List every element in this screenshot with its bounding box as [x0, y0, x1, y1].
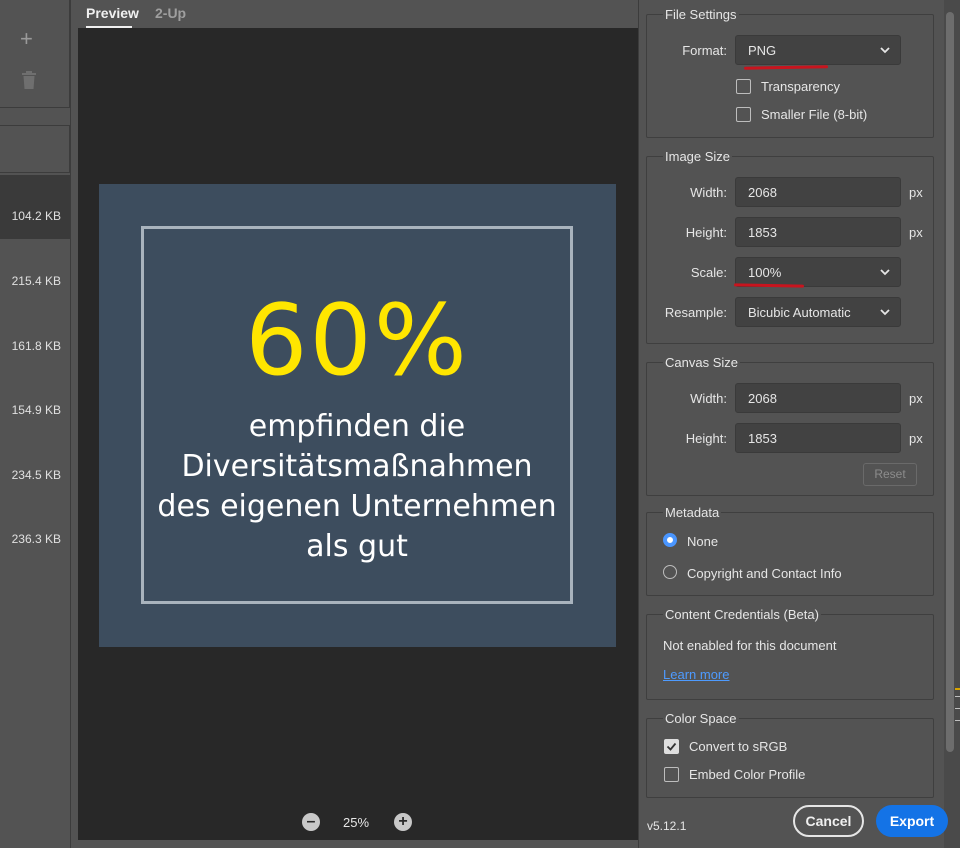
unit-label: px	[909, 391, 923, 406]
artwork-line: als gut	[306, 529, 408, 564]
file-size: 236.3 KB	[11, 532, 61, 546]
scale-label: Scale:	[690, 265, 727, 280]
format-label: Format:	[682, 43, 727, 58]
metadata-none-radio[interactable]	[663, 533, 677, 547]
file-size: 161.8 KB	[11, 339, 61, 353]
file-size: 215.4 KB	[11, 274, 61, 288]
transparency-checkbox[interactable]	[736, 79, 751, 94]
tab-2-up[interactable]: 2-Up	[155, 5, 186, 21]
embed-profile-label: Embed Color Profile	[689, 767, 806, 782]
zoom-controls: – 25% +	[78, 813, 638, 833]
underlying-app-edge	[953, 660, 960, 740]
file-size: 234.5 KB	[11, 468, 61, 482]
panel-divider[interactable]	[70, 0, 78, 848]
canvas-height-label: Height:	[685, 431, 727, 446]
scale-select[interactable]: 100%	[735, 257, 901, 287]
file-size: 154.9 KB	[11, 403, 61, 417]
asset-row[interactable]: 234.5 KB	[0, 434, 70, 498]
artwork-preview: 60% empfinden die Diversitätsmaßnahmen d…	[99, 184, 616, 647]
zoom-in-icon[interactable]: +	[394, 813, 412, 831]
content-credentials-status: Not enabled for this document	[663, 638, 837, 653]
preview-canvas[interactable]: 60% empfinden die Diversitätsmaßnahmen d…	[78, 28, 638, 840]
image-height-label: Height:	[685, 225, 727, 240]
file-size: 104.2 KB	[11, 209, 61, 223]
check-icon	[666, 742, 677, 751]
chevron-down-icon	[880, 47, 890, 54]
embed-profile-checkbox[interactable]	[664, 767, 679, 782]
resample-value: Bicubic Automatic	[748, 305, 851, 320]
image-height-input[interactable]: 1853	[735, 217, 901, 247]
smaller-file-checkbox[interactable]	[736, 107, 751, 122]
asset-list-header	[0, 125, 70, 173]
reset-button[interactable]: Reset	[863, 463, 917, 486]
add-icon[interactable]: +	[20, 28, 33, 50]
learn-more-link[interactable]: Learn more	[663, 667, 729, 682]
metadata-copyright-radio[interactable]	[663, 565, 677, 579]
metadata-copyright-label: Copyright and Contact Info	[687, 566, 842, 581]
canvas-width-label: Width:	[690, 391, 727, 406]
cancel-button[interactable]: Cancel	[793, 805, 864, 837]
preview-tabs: Preview 2-Up	[78, 0, 638, 28]
canvas-width-value: 2068	[748, 391, 777, 406]
convert-srgb-checkbox[interactable]	[664, 739, 679, 754]
image-width-input[interactable]: 2068	[735, 177, 901, 207]
image-height-value: 1853	[748, 225, 777, 240]
asset-list-panel: + 104.2 KB 215.4 KB 161.8 KB 154.9 KB 23…	[0, 0, 70, 848]
zoom-out-icon[interactable]: –	[302, 813, 320, 831]
convert-srgb-label: Convert to sRGB	[689, 739, 788, 754]
metadata-group	[646, 512, 934, 596]
artwork-subtext: empfinden die Diversitätsmaßnahmen des e…	[144, 407, 570, 567]
artwork-frame: 60% empfinden die Diversitätsmaßnahmen d…	[141, 226, 573, 604]
canvas-size-title: Canvas Size	[663, 355, 740, 370]
canvas-height-value: 1853	[748, 431, 777, 446]
chevron-down-icon	[880, 269, 890, 276]
artwork-line: Diversitätsmaßnahmen	[181, 449, 533, 484]
asset-row[interactable]: 215.4 KB	[0, 240, 70, 304]
resample-label: Resample:	[664, 305, 727, 320]
export-button[interactable]: Export	[876, 805, 948, 837]
content-credentials-title: Content Credentials (Beta)	[663, 607, 821, 622]
content-credentials-group	[646, 614, 934, 700]
artwork-line: des eigenen Unternehmen	[157, 489, 557, 524]
metadata-title: Metadata	[663, 505, 722, 520]
scale-value: 100%	[748, 265, 782, 280]
unit-label: px	[909, 185, 923, 200]
asset-row[interactable]: 161.8 KB	[0, 305, 70, 369]
artwork-headline: 60%	[245, 284, 469, 398]
unit-label: px	[909, 225, 923, 240]
export-as-dialog: + 104.2 KB 215.4 KB 161.8 KB 154.9 KB 23…	[0, 0, 960, 848]
artwork-line: empfinden die	[248, 409, 466, 444]
smaller-file-label: Smaller File (8-bit)	[761, 107, 868, 122]
color-space-title: Color Space	[663, 711, 739, 726]
asset-row[interactable]: 154.9 KB	[0, 369, 70, 433]
format-value: PNG	[748, 43, 777, 58]
color-space-group	[646, 718, 934, 798]
asset-row[interactable]: 236.3 KB	[0, 498, 70, 562]
trash-icon[interactable]	[20, 70, 38, 90]
resample-select[interactable]: Bicubic Automatic	[735, 297, 901, 327]
tab-preview[interactable]: Preview	[86, 5, 139, 21]
zoom-level: 25%	[343, 815, 370, 830]
canvas-height-input[interactable]: 1853	[735, 423, 901, 453]
file-settings-title: File Settings	[663, 7, 739, 22]
format-select[interactable]: PNG	[735, 35, 901, 65]
unit-label: px	[909, 431, 923, 446]
asset-toolbar: +	[0, 0, 70, 108]
metadata-none-label: None	[687, 534, 719, 549]
asset-row[interactable]: 104.2 KB	[0, 175, 70, 239]
image-size-title: Image Size	[663, 149, 733, 164]
image-width-label: Width:	[690, 185, 727, 200]
canvas-width-input[interactable]: 2068	[735, 383, 901, 413]
transparency-label: Transparency	[761, 79, 840, 94]
version-label: v5.12.1	[647, 819, 687, 833]
image-width-value: 2068	[748, 185, 777, 200]
chevron-down-icon	[880, 309, 890, 316]
scrollbar-thumb[interactable]	[946, 12, 954, 752]
